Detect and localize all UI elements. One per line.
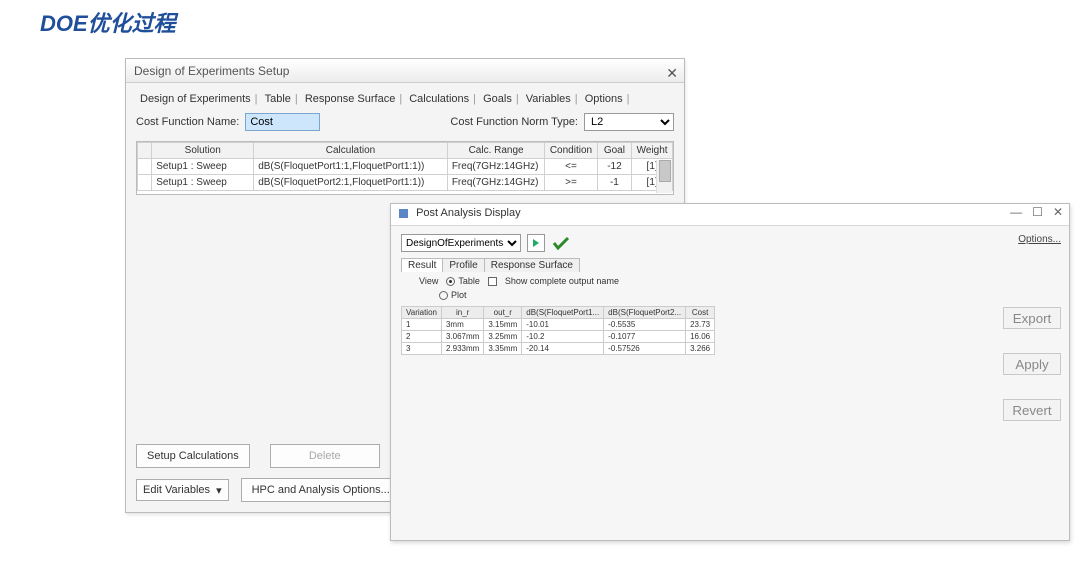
col-db-s11[interactable]: dB(S(FloquetPort1... [522, 307, 604, 319]
tab-options[interactable]: Options [581, 93, 627, 105]
delete-button[interactable]: Delete [270, 444, 380, 468]
norm-type-select[interactable]: L2 [584, 113, 674, 131]
cost-name-label: Cost Function Name: [136, 116, 239, 128]
maximize-icon[interactable]: ☐ [1032, 205, 1043, 219]
results-row[interactable]: 2 3.067mm 3.25mm -10.2 -0.1077 16.06 [402, 331, 715, 343]
check-icon [551, 235, 571, 251]
goals-table[interactable]: Solution Calculation Calc. Range Conditi… [136, 141, 674, 195]
hpc-options-button[interactable]: HPC and Analysis Options... [241, 478, 401, 502]
tab-table[interactable]: Table [261, 93, 295, 105]
dialog-title-text: Post Analysis Display [416, 207, 521, 219]
col-out-r[interactable]: out_r [484, 307, 522, 319]
edit-variables-menu[interactable]: Edit Variables▾ [136, 479, 229, 501]
col-in-r[interactable]: in_r [441, 307, 483, 319]
show-complete-output-label: Show complete output name [505, 276, 619, 286]
col-goal[interactable]: Goal [597, 143, 632, 159]
dialog-titlebar[interactable]: Post Analysis Display — ☐ ✕ [391, 204, 1069, 226]
dialog-title-text: Design of Experiments Setup [134, 64, 289, 78]
close-icon[interactable]: ✕ [666, 61, 678, 85]
tab-goals[interactable]: Goals [479, 93, 516, 105]
revert-button[interactable]: Revert [1003, 399, 1061, 421]
subtab-result[interactable]: Result [401, 258, 443, 272]
arrow-right-icon [530, 237, 542, 249]
col-weight[interactable]: Weight [632, 143, 673, 159]
vertical-scrollbar[interactable] [656, 160, 672, 193]
goals-row[interactable]: Setup1 : Sweep dB(S(FloquetPort1:1,Floqu… [138, 159, 673, 175]
main-tabstrip: Design of Experiments| Table| Response S… [136, 93, 674, 105]
results-row[interactable]: 3 2.933mm 3.35mm -20.14 -0.57526 3.266 [402, 343, 715, 355]
col-variation[interactable]: Variation [402, 307, 442, 319]
design-select[interactable]: DesignOfExperimentsSe [401, 234, 521, 252]
setup-calculations-button[interactable]: Setup Calculations [136, 444, 250, 468]
result-tabstrip: Result Profile Response Surface [401, 258, 997, 272]
tab-design-of-experiments[interactable]: Design of Experiments [136, 93, 255, 105]
post-analysis-dialog: Post Analysis Display — ☐ ✕ DesignOfExpe… [390, 203, 1070, 541]
go-button[interactable] [527, 234, 545, 252]
dialog-titlebar[interactable]: Design of Experiments Setup ✕ [126, 59, 684, 83]
minimize-icon[interactable]: — [1010, 205, 1022, 219]
tab-calculations[interactable]: Calculations [405, 93, 473, 105]
cost-name-input[interactable] [245, 113, 320, 131]
tab-variables[interactable]: Variables [522, 93, 575, 105]
results-table[interactable]: Variation in_r out_r dB(S(FloquetPort1..… [401, 306, 997, 355]
close-icon[interactable]: ✕ [1053, 205, 1063, 219]
view-label: View [419, 276, 438, 286]
app-icon [399, 209, 408, 218]
col-calculation[interactable]: Calculation [254, 143, 448, 159]
options-link[interactable]: Options... [1003, 234, 1061, 245]
apply-button[interactable]: Apply [1003, 353, 1061, 375]
subtab-profile[interactable]: Profile [442, 258, 484, 272]
col-condition[interactable]: Condition [545, 143, 597, 159]
col-cost[interactable]: Cost [686, 307, 715, 319]
subtab-response-surface[interactable]: Response Surface [484, 258, 580, 272]
page-heading: DOE优化过程 [40, 6, 176, 38]
norm-type-label: Cost Function Norm Type: [450, 116, 578, 128]
tab-response-surface[interactable]: Response Surface [301, 93, 400, 105]
results-row[interactable]: 1 3mm 3.15mm -10.01 -0.5535 23.73 [402, 319, 715, 331]
col-db-s21[interactable]: dB(S(FloquetPort2... [604, 307, 686, 319]
goals-row[interactable]: Setup1 : Sweep dB(S(FloquetPort2:1,Floqu… [138, 175, 673, 191]
view-plot-radio[interactable]: Plot [439, 290, 467, 300]
export-button[interactable]: Export [1003, 307, 1061, 329]
col-solution[interactable]: Solution [152, 143, 254, 159]
col-range[interactable]: Calc. Range [447, 143, 545, 159]
view-table-radio[interactable]: Table [446, 276, 480, 286]
chevron-down-icon: ▾ [216, 484, 222, 497]
show-complete-output-checkbox[interactable] [488, 277, 497, 286]
